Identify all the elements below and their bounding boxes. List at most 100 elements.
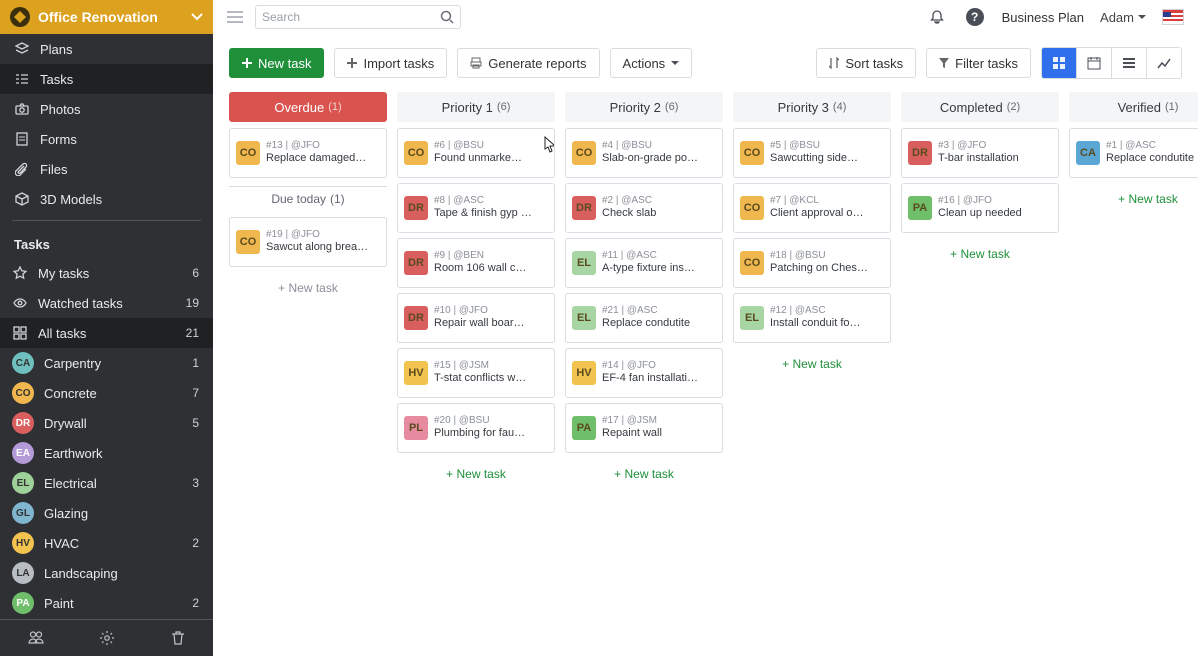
category-chip: DR [12, 412, 34, 434]
task-card[interactable]: DR#10 | @JFORepair wall boar… [397, 293, 555, 343]
add-task-button[interactable]: + New task [733, 349, 891, 379]
plan-link[interactable]: Business Plan [1002, 10, 1084, 25]
generate-reports-button[interactable]: Generate reports [457, 48, 599, 78]
task-card-meta: #19 | @JFO [266, 229, 380, 242]
nav-item-forms[interactable]: Forms [0, 124, 213, 154]
filter-item-count: 19 [186, 296, 199, 310]
view-analytics-button[interactable] [1147, 48, 1181, 78]
filter-item-earthwork[interactable]: EAEarthwork [0, 438, 213, 468]
column-cards: DR#3 | @JFOT-bar installationPA#16 | @JF… [901, 128, 1059, 233]
add-task-button[interactable]: + New task [1069, 184, 1198, 214]
filter-item-count: 6 [192, 266, 199, 280]
task-card-title: Client approval o… [770, 207, 884, 221]
team-button[interactable] [27, 629, 45, 647]
search-input[interactable] [262, 10, 436, 24]
notifications-button[interactable] [926, 6, 948, 28]
filter-item-glazing[interactable]: GLGlazing [0, 498, 213, 528]
add-task-button[interactable]: + New task [397, 459, 555, 489]
flag-us-icon[interactable] [1162, 9, 1184, 25]
nav-item-photos[interactable]: Photos [0, 94, 213, 124]
project-switcher[interactable]: Office Renovation [0, 0, 213, 34]
assignee-chip: EL [740, 306, 764, 330]
sidebar-toggle-button[interactable] [221, 3, 249, 31]
user-menu[interactable]: Adam [1100, 10, 1146, 25]
view-calendar-button[interactable] [1077, 48, 1112, 78]
task-card[interactable]: PA#16 | @JFOClean up needed [901, 183, 1059, 233]
add-task-button[interactable]: + New task [229, 273, 387, 303]
column-header[interactable]: Overdue(1) [229, 92, 387, 122]
plus-icon [242, 58, 252, 68]
filter-tasks-button[interactable]: Filter tasks [926, 48, 1031, 78]
column-header[interactable]: Completed(2) [901, 92, 1059, 122]
task-card[interactable]: PL#20 | @BSUPlumbing for fau… [397, 403, 555, 453]
new-task-button[interactable]: New task [229, 48, 324, 78]
settings-button[interactable] [98, 629, 116, 647]
filter-item-all-tasks[interactable]: All tasks21 [0, 318, 213, 348]
column-header[interactable]: Priority 1(6) [397, 92, 555, 122]
trash-button[interactable] [169, 629, 187, 647]
view-list-button[interactable] [1112, 48, 1147, 78]
task-card[interactable]: EL#11 | @ASCA-type fixture ins… [565, 238, 723, 288]
filter-item-watched-tasks[interactable]: Watched tasks 19 [0, 288, 213, 318]
task-card[interactable]: CO#7 | @KCLClient approval o… [733, 183, 891, 233]
task-card[interactable]: EL#12 | @ASCInstall conduit fo… [733, 293, 891, 343]
assignee-chip: EL [572, 306, 596, 330]
paperclip-icon [14, 161, 30, 177]
column-sub-count: (1) [330, 192, 345, 206]
category-chip: LA [12, 562, 34, 584]
column-overdue: Overdue(1)CO#13 | @JFOReplace damaged…Du… [229, 92, 387, 303]
column-p2: Priority 2(6) CO#4 | @BSUSlab-on-grade po… [565, 92, 723, 489]
column-header[interactable]: Priority 3(4) [733, 92, 891, 122]
column-header[interactable]: Verified(1) [1069, 92, 1198, 122]
task-card[interactable]: PA#17 | @JSMRepaint wall [565, 403, 723, 453]
task-card-text: #11 | @ASCA-type fixture ins… [602, 250, 716, 276]
filter-item-my-tasks[interactable]: My tasks6 [0, 258, 213, 288]
column-cards: CA#1 | @ASCReplace condutite [1069, 128, 1198, 178]
filter-item-electrical[interactable]: ELElectrical3 [0, 468, 213, 498]
filter-item-paint[interactable]: PAPaint2 [0, 588, 213, 618]
help-button[interactable]: ? [964, 6, 986, 28]
task-card[interactable]: EL#21 | @ASCReplace condutite [565, 293, 723, 343]
actions-menu-button[interactable]: Actions [610, 48, 693, 78]
filter-item-concrete[interactable]: COConcrete7 [0, 378, 213, 408]
task-card[interactable]: CO#4 | @BSUSlab-on-grade po… [565, 128, 723, 178]
filter-item-label: Earthwork [44, 446, 103, 461]
task-card-title: Replace damaged… [266, 152, 380, 166]
assignee-chip: CO [572, 141, 596, 165]
task-card-text: #15 | @JSMT-stat conflicts w… [434, 360, 548, 386]
nav-item-plans[interactable]: Plans [0, 34, 213, 64]
filter-item-landscaping[interactable]: LALandscaping [0, 558, 213, 588]
filter-item-label: Watched tasks [38, 296, 123, 311]
task-card-meta: #10 | @JFO [434, 305, 548, 318]
task-card[interactable]: CO#6 | @BSUFound unmarke… [397, 128, 555, 178]
task-card[interactable]: CO#13 | @JFOReplace damaged… [229, 128, 387, 178]
add-task-button[interactable]: + New task [901, 239, 1059, 269]
task-card[interactable]: CO#5 | @BSUSawcutting side… [733, 128, 891, 178]
task-card[interactable]: CO#18 | @BSUPatching on Ches… [733, 238, 891, 288]
task-card[interactable]: CO#19 | @JFOSawcut along brea… [229, 217, 387, 267]
filter-item-drywall[interactable]: DRDrywall5 [0, 408, 213, 438]
assignee-chip: CO [236, 230, 260, 254]
column-header[interactable]: Priority 2(6) [565, 92, 723, 122]
task-card[interactable]: CA#1 | @ASCReplace condutite [1069, 128, 1198, 178]
view-kanban-button[interactable] [1042, 48, 1077, 78]
task-card-text: #19 | @JFOSawcut along brea… [266, 229, 380, 255]
main: New task Import tasks Generate reports A… [213, 34, 1198, 656]
search-icon[interactable] [440, 10, 454, 24]
nav-item-3d-models[interactable]: 3D Models [0, 184, 213, 214]
task-card[interactable]: DR#8 | @ASCTape & finish gyp … [397, 183, 555, 233]
task-card[interactable]: DR#2 | @ASCCheck slab [565, 183, 723, 233]
task-card[interactable]: DR#3 | @JFOT-bar installation [901, 128, 1059, 178]
task-card[interactable]: HV#15 | @JSMT-stat conflicts w… [397, 348, 555, 398]
filter-item-carpentry[interactable]: CACarpentry1 [0, 348, 213, 378]
add-task-button[interactable]: + New task [565, 459, 723, 489]
filter-item-count: 2 [192, 536, 199, 550]
nav-item-files[interactable]: Files [0, 154, 213, 184]
task-card[interactable]: HV#14 | @JFOEF-4 fan installati… [565, 348, 723, 398]
nav-item-tasks[interactable]: Tasks [0, 64, 213, 94]
assignee-chip: PA [908, 196, 932, 220]
sort-tasks-button[interactable]: Sort tasks [816, 48, 916, 78]
filter-item-hvac[interactable]: HVHVAC2 [0, 528, 213, 558]
task-card[interactable]: DR#9 | @BENRoom 106 wall c… [397, 238, 555, 288]
import-tasks-button[interactable]: Import tasks [334, 48, 447, 78]
